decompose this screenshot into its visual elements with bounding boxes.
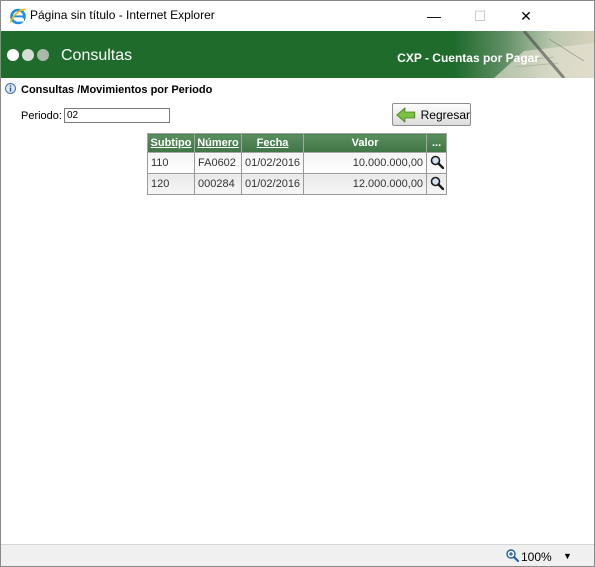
cell-fecha: 01/02/2016 — [240, 152, 305, 174]
info-icon — [5, 83, 16, 94]
cell-numero: FA0602 — [194, 152, 242, 174]
cell-valor: 10.000.000,00 — [303, 152, 428, 174]
maximize-button[interactable]: ☐ — [457, 1, 503, 31]
column-header-numero[interactable]: Número — [194, 133, 242, 153]
cell-subtipo: 110 — [147, 152, 195, 174]
column-header-subtipo[interactable]: Subtipo — [147, 133, 195, 153]
zoom-level[interactable]: 100% — [521, 550, 552, 564]
zoom-dropdown-icon[interactable]: ▼ — [563, 551, 572, 561]
periodo-input[interactable]: 02 — [64, 108, 170, 123]
table-header-row: Subtipo Número Fecha Valor ... — [147, 133, 448, 153]
regresar-label: Regresar — [420, 107, 470, 122]
banner-title: Consultas — [61, 47, 133, 64]
column-header-actions: ... — [426, 133, 448, 153]
banner-dot — [22, 49, 34, 61]
cell-numero: 000284 — [194, 173, 242, 195]
zoom-icon[interactable] — [506, 549, 519, 562]
banner-dot — [7, 49, 19, 61]
close-button[interactable]: ✕ — [503, 1, 549, 31]
sort-link-subtipo[interactable]: Subtipo — [151, 137, 192, 149]
banner-dot — [37, 49, 49, 61]
cell-action — [426, 173, 448, 195]
title-bar: Página sin título - Internet Explorer — … — [1, 1, 594, 31]
internet-explorer-icon — [9, 8, 26, 25]
cell-action — [426, 152, 448, 174]
cell-subtipo: 120 — [147, 173, 195, 195]
table-row: 120 000284 01/02/2016 12.000.000,00 — [147, 173, 448, 195]
close-icon: ✕ — [520, 7, 532, 24]
regresar-button[interactable]: Regresar — [392, 103, 471, 126]
column-header-fecha[interactable]: Fecha — [240, 133, 305, 153]
breadcrumb: Consultas /Movimientos por Periodo — [21, 84, 213, 96]
browser-window: Página sin título - Internet Explorer — … — [0, 0, 595, 567]
cell-valor: 12.000.000,00 — [303, 173, 428, 195]
cell-fecha: 01/02/2016 — [240, 173, 305, 195]
periodo-label: Periodo: — [21, 110, 62, 122]
minimize-icon: — — [427, 8, 441, 24]
status-bar: 100% ▼ — [1, 544, 594, 566]
maximize-icon: ☐ — [473, 7, 487, 24]
table-row: 110 FA0602 01/02/2016 10.000.000,00 — [147, 152, 448, 174]
sort-link-fecha[interactable]: Fecha — [257, 137, 289, 149]
app-banner: Consultas CXP - Cuentas por Pagar — [1, 31, 594, 78]
window-title: Página sin título - Internet Explorer — [30, 8, 215, 22]
arrow-left-icon — [396, 106, 416, 123]
module-name: CXP - Cuentas por Pagar — [397, 51, 539, 65]
magnifier-icon[interactable] — [430, 176, 444, 190]
movimientos-table: Subtipo Número Fecha Valor ... 110 FA060… — [147, 133, 448, 195]
column-header-valor: Valor — [303, 133, 428, 153]
sort-link-numero[interactable]: Número — [197, 137, 239, 149]
magnifier-icon[interactable] — [430, 155, 444, 169]
minimize-button[interactable]: — — [411, 1, 457, 31]
